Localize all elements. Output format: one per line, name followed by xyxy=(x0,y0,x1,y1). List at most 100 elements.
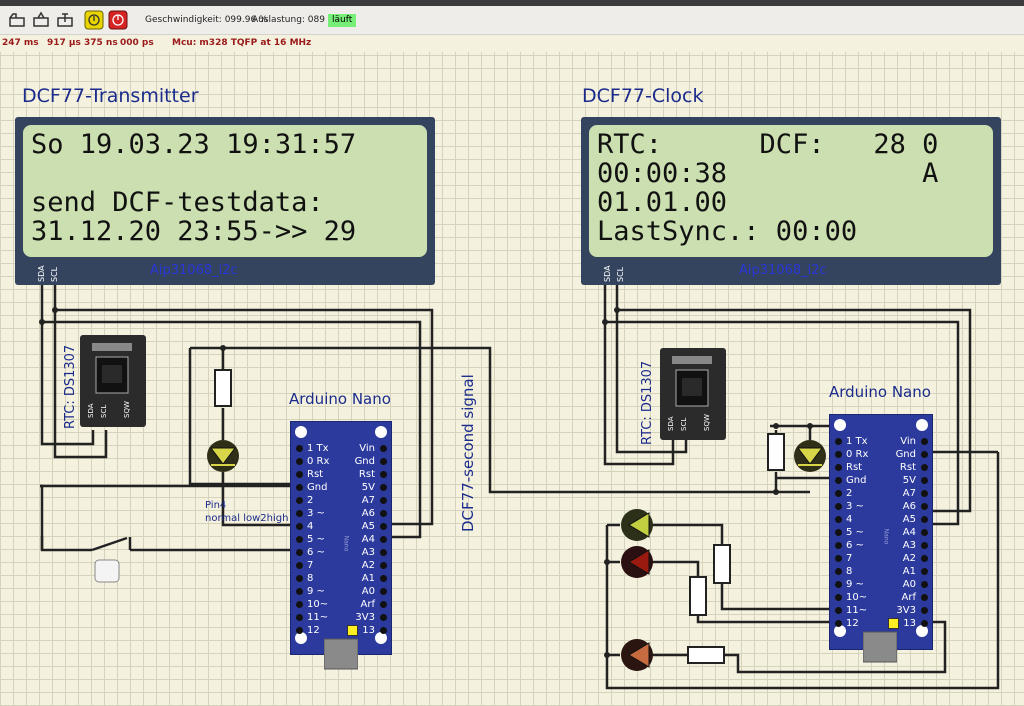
push-button[interactable] xyxy=(85,536,135,586)
clock-lcd[interactable]: RTC: DCF: 28 0 00:00:38 A 01.01.00 LastS… xyxy=(581,117,1001,285)
rtc-pin-sda: SDA xyxy=(87,403,95,418)
pin-dot[interactable] xyxy=(380,575,387,582)
nano-pin-right: Arf xyxy=(360,599,375,610)
nano-pin-left: 3 ~ xyxy=(307,508,325,519)
pin-dot[interactable] xyxy=(296,601,303,608)
pin-dot[interactable] xyxy=(380,536,387,543)
pin-dot[interactable] xyxy=(835,451,842,458)
folder-open-icon[interactable] xyxy=(31,10,51,30)
nano-pin-right: A3 xyxy=(902,540,916,551)
transmitter-lcd[interactable]: So 19.03.23 19:31:57 send DCF-testdata: … xyxy=(15,117,435,285)
pin-dot[interactable] xyxy=(921,568,928,575)
nano-pin-left: Rst xyxy=(846,462,863,473)
rtc-pin-sqw: SQW xyxy=(123,401,131,418)
nano-pin-right: A7 xyxy=(902,488,916,499)
pin-dot[interactable] xyxy=(921,503,928,510)
circuit-canvas[interactable]: DCF77-Transmitter So 19.03.23 19:31:57 s… xyxy=(0,52,1024,706)
clock-lcd-screen: RTC: DCF: 28 0 00:00:38 A 01.01.00 LastS… xyxy=(589,125,993,257)
folder-icon[interactable] xyxy=(7,10,27,30)
pin-dot[interactable] xyxy=(296,536,303,543)
pin-dot[interactable] xyxy=(921,555,928,562)
pin-dot[interactable] xyxy=(296,445,303,452)
pin-dot[interactable] xyxy=(921,438,928,445)
pin-dot[interactable] xyxy=(296,588,303,595)
pin-dot[interactable] xyxy=(296,497,303,504)
pin-dot[interactable] xyxy=(380,614,387,621)
pin-dot[interactable] xyxy=(380,458,387,465)
pin-dot[interactable] xyxy=(835,438,842,445)
pin-dot[interactable] xyxy=(921,451,928,458)
pin-dot[interactable] xyxy=(296,627,303,634)
mounting-hole xyxy=(834,419,846,431)
clock-resistor-led[interactable] xyxy=(765,432,835,476)
pin-dot[interactable] xyxy=(296,484,303,491)
lcd-chip-label: Aip31068_i2c xyxy=(739,263,827,278)
stop-icon[interactable] xyxy=(108,10,128,30)
nano-pin-right: A2 xyxy=(902,553,916,564)
nano-pin-left: 1 Tx xyxy=(846,436,868,447)
timer-ms: 247 ms xyxy=(2,38,39,48)
transmitter-rtc-module[interactable]: SDA SCL SQW xyxy=(80,335,146,427)
pin-dot[interactable] xyxy=(380,484,387,491)
pin-dot[interactable] xyxy=(380,601,387,608)
pin-dot[interactable] xyxy=(380,497,387,504)
pin-dot[interactable] xyxy=(921,607,928,614)
pin-dot[interactable] xyxy=(380,627,387,634)
pin-dot[interactable] xyxy=(835,529,842,536)
pin-dot[interactable] xyxy=(835,516,842,523)
pin-dot[interactable] xyxy=(835,490,842,497)
speed-readout: Geschwindigkeit: 099.96 % xyxy=(145,15,268,25)
nano-pin-left: 7 xyxy=(846,553,853,564)
pin-dot[interactable] xyxy=(296,523,303,530)
transmitter-resistor-led[interactable] xyxy=(205,368,245,478)
pin-dot[interactable] xyxy=(296,510,303,517)
mounting-hole xyxy=(295,426,307,438)
pin-dot[interactable] xyxy=(835,477,842,484)
pin-dot[interactable] xyxy=(921,542,928,549)
pin-dot[interactable] xyxy=(921,529,928,536)
pause-icon[interactable] xyxy=(84,10,104,30)
pin-dot[interactable] xyxy=(380,471,387,478)
pin-dot[interactable] xyxy=(921,594,928,601)
nano-pin-right: Vin xyxy=(900,436,916,447)
pin-dot[interactable] xyxy=(835,555,842,562)
clock-rtc-module[interactable]: SDA SCL SQW xyxy=(660,348,726,440)
pin-dot[interactable] xyxy=(835,542,842,549)
pin-dot[interactable] xyxy=(296,575,303,582)
pin-dot[interactable] xyxy=(921,581,928,588)
pin-dot[interactable] xyxy=(380,549,387,556)
pin-dot[interactable] xyxy=(835,503,842,510)
lcd-line-4: LastSync.: 00:00 xyxy=(597,216,858,247)
pin-dot[interactable] xyxy=(380,523,387,530)
pin-dot[interactable] xyxy=(921,490,928,497)
timer-ps: 000 ps xyxy=(120,38,154,48)
simulation-timer-bar: 247 ms 917 µs 375 ns 000 ps Mcu: m328 TQ… xyxy=(0,35,1024,52)
clock-status-leds[interactable] xyxy=(615,507,745,682)
pin-dot[interactable] xyxy=(921,477,928,484)
pin-dot[interactable] xyxy=(296,471,303,478)
pin-dot[interactable] xyxy=(380,445,387,452)
pin-dot[interactable] xyxy=(296,562,303,569)
nano-pin-left: 4 xyxy=(846,514,853,525)
folder-save-icon[interactable] xyxy=(55,10,75,30)
nano-pin-right: 13 xyxy=(903,618,916,629)
pin-dot[interactable] xyxy=(921,464,928,471)
pin-dot[interactable] xyxy=(296,458,303,465)
pin-dot[interactable] xyxy=(835,568,842,575)
pin-dot[interactable] xyxy=(296,614,303,621)
pin-dot[interactable] xyxy=(835,464,842,471)
transmitter-arduino-nano[interactable]: 1 Tx 0 Rx Rst Gnd 2 3 ~ 4 5 ~ 6 ~ 7 8 9 ~ 10~ 11~ 12 Vi… xyxy=(290,421,392,655)
pin-dot[interactable] xyxy=(835,607,842,614)
clock-arduino-nano[interactable]: 1 Tx 0 Rx Rst Gnd 2 3 ~ 4 5 ~ 6 ~ 7 8 9 ~ 10~ 11~ 12 Vi… xyxy=(829,414,933,650)
pin-dot[interactable] xyxy=(835,581,842,588)
pin-dot[interactable] xyxy=(296,549,303,556)
pin-dot[interactable] xyxy=(380,510,387,517)
pin-dot[interactable] xyxy=(835,620,842,627)
pin-dot[interactable] xyxy=(380,562,387,569)
mounting-hole xyxy=(834,625,846,637)
nano-pin-right: 3V3 xyxy=(896,605,916,616)
pin-dot[interactable] xyxy=(921,620,928,627)
pin-dot[interactable] xyxy=(835,594,842,601)
pin-dot[interactable] xyxy=(380,588,387,595)
pin-dot[interactable] xyxy=(921,516,928,523)
